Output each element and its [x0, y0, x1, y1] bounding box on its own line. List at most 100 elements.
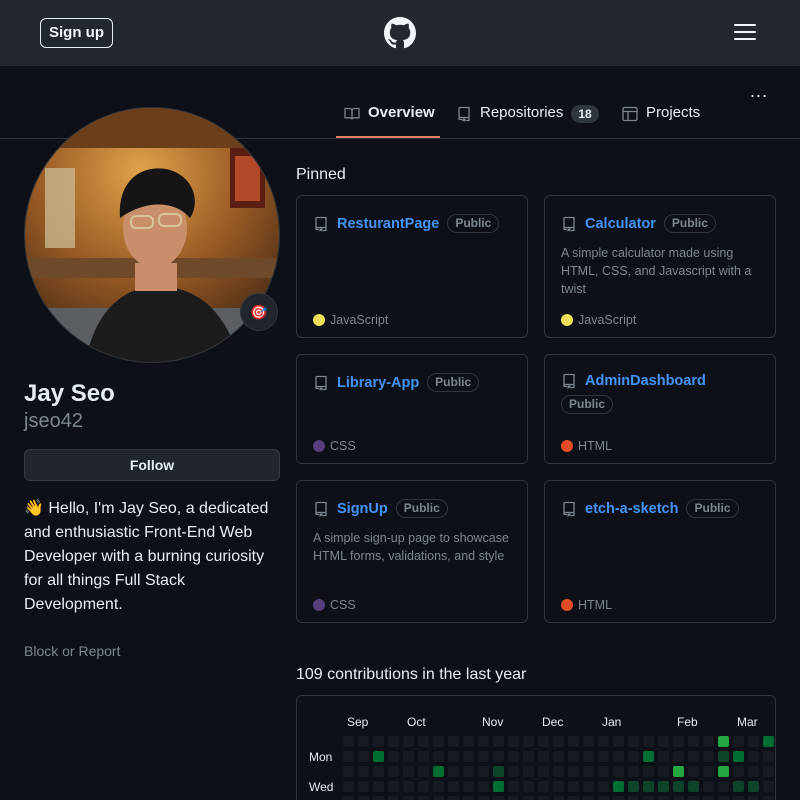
- contribution-day-cell[interactable]: [703, 751, 714, 762]
- contribution-day-cell[interactable]: [718, 751, 729, 762]
- contribution-day-cell[interactable]: [523, 766, 534, 777]
- contribution-day-cell[interactable]: [403, 796, 414, 800]
- contribution-day-cell[interactable]: [418, 751, 429, 762]
- contribution-day-cell[interactable]: [358, 796, 369, 800]
- contribution-day-cell[interactable]: [553, 751, 564, 762]
- contribution-day-cell[interactable]: [598, 766, 609, 777]
- github-logo-icon[interactable]: [384, 17, 416, 49]
- contribution-day-cell[interactable]: [733, 796, 744, 800]
- contribution-day-cell[interactable]: [358, 736, 369, 747]
- contribution-day-cell[interactable]: [718, 796, 729, 800]
- contribution-day-cell[interactable]: [388, 736, 399, 747]
- contribution-day-cell[interactable]: [658, 751, 669, 762]
- contribution-day-cell[interactable]: [583, 766, 594, 777]
- contribution-day-cell[interactable]: [433, 781, 444, 792]
- contribution-day-cell[interactable]: [688, 781, 699, 792]
- contribution-day-cell[interactable]: [598, 736, 609, 747]
- contribution-day-cell[interactable]: [748, 781, 759, 792]
- contribution-day-cell[interactable]: [448, 736, 459, 747]
- contribution-day-cell[interactable]: [478, 781, 489, 792]
- contribution-day-cell[interactable]: [523, 781, 534, 792]
- contribution-day-cell[interactable]: [433, 796, 444, 800]
- contribution-day-cell[interactable]: [628, 781, 639, 792]
- contribution-day-cell[interactable]: [418, 766, 429, 777]
- contribution-day-cell[interactable]: [643, 736, 654, 747]
- pinned-repo-link[interactable]: SignUp: [337, 501, 388, 517]
- contribution-day-cell[interactable]: [343, 751, 354, 762]
- contribution-day-cell[interactable]: [628, 766, 639, 777]
- contribution-day-cell[interactable]: [613, 796, 624, 800]
- contribution-day-cell[interactable]: [463, 751, 474, 762]
- contribution-day-cell[interactable]: [343, 766, 354, 777]
- contribution-day-cell[interactable]: [433, 751, 444, 762]
- contribution-day-cell[interactable]: [478, 751, 489, 762]
- contribution-day-cell[interactable]: [418, 796, 429, 800]
- contribution-day-cell[interactable]: [538, 796, 549, 800]
- contribution-day-cell[interactable]: [358, 766, 369, 777]
- contribution-day-cell[interactable]: [658, 766, 669, 777]
- tab-overview[interactable]: Overview: [344, 104, 435, 138]
- contribution-day-cell[interactable]: [568, 736, 579, 747]
- contribution-day-cell[interactable]: [598, 796, 609, 800]
- contribution-day-cell[interactable]: [763, 796, 774, 800]
- contribution-day-cell[interactable]: [613, 781, 624, 792]
- contribution-day-cell[interactable]: [448, 766, 459, 777]
- contribution-day-cell[interactable]: [538, 766, 549, 777]
- pinned-repo-link[interactable]: etch-a-sketch: [585, 501, 678, 517]
- contribution-day-cell[interactable]: [568, 781, 579, 792]
- contribution-day-cell[interactable]: [688, 796, 699, 800]
- contribution-day-cell[interactable]: [403, 736, 414, 747]
- contribution-day-cell[interactable]: [373, 736, 384, 747]
- contribution-day-cell[interactable]: [763, 781, 774, 792]
- contribution-day-cell[interactable]: [343, 796, 354, 800]
- contribution-day-cell[interactable]: [373, 796, 384, 800]
- contribution-day-cell[interactable]: [628, 796, 639, 800]
- contribution-day-cell[interactable]: [643, 766, 654, 777]
- hamburger-menu-icon[interactable]: [734, 24, 756, 41]
- contribution-day-cell[interactable]: [658, 781, 669, 792]
- contribution-day-cell[interactable]: [598, 781, 609, 792]
- contribution-day-cell[interactable]: [733, 736, 744, 747]
- contribution-day-cell[interactable]: [403, 781, 414, 792]
- contribution-day-cell[interactable]: [598, 751, 609, 762]
- block-or-report-link[interactable]: Block or Report: [24, 643, 120, 659]
- contribution-day-cell[interactable]: [703, 736, 714, 747]
- contribution-day-cell[interactable]: [703, 781, 714, 792]
- contribution-day-cell[interactable]: [448, 796, 459, 800]
- contribution-day-cell[interactable]: [343, 781, 354, 792]
- contribution-day-cell[interactable]: [643, 781, 654, 792]
- contribution-day-cell[interactable]: [763, 736, 774, 747]
- contribution-day-cell[interactable]: [628, 751, 639, 762]
- contribution-day-cell[interactable]: [613, 751, 624, 762]
- contribution-day-cell[interactable]: [748, 796, 759, 800]
- contribution-day-cell[interactable]: [568, 766, 579, 777]
- contribution-day-cell[interactable]: [763, 766, 774, 777]
- contribution-day-cell[interactable]: [373, 751, 384, 762]
- contribution-day-cell[interactable]: [373, 781, 384, 792]
- contribution-day-cell[interactable]: [703, 766, 714, 777]
- follow-button[interactable]: Follow: [24, 449, 280, 481]
- contribution-day-cell[interactable]: [538, 736, 549, 747]
- contribution-day-cell[interactable]: [478, 736, 489, 747]
- contribution-day-cell[interactable]: [493, 781, 504, 792]
- contribution-day-cell[interactable]: [418, 736, 429, 747]
- contribution-day-cell[interactable]: [703, 796, 714, 800]
- contribution-day-cell[interactable]: [493, 751, 504, 762]
- contribution-day-cell[interactable]: [568, 796, 579, 800]
- tab-repositories[interactable]: Repositories 18: [456, 104, 599, 138]
- contribution-day-cell[interactable]: [688, 766, 699, 777]
- contribution-day-cell[interactable]: [733, 781, 744, 792]
- contribution-day-cell[interactable]: [673, 781, 684, 792]
- contribution-day-cell[interactable]: [403, 766, 414, 777]
- contribution-day-cell[interactable]: [388, 751, 399, 762]
- contribution-day-cell[interactable]: [688, 736, 699, 747]
- pinned-repo-link[interactable]: AdminDashboard: [585, 373, 706, 389]
- contribution-day-cell[interactable]: [613, 736, 624, 747]
- contribution-day-cell[interactable]: [583, 796, 594, 800]
- contribution-day-cell[interactable]: [508, 781, 519, 792]
- contribution-day-cell[interactable]: [673, 736, 684, 747]
- contribution-day-cell[interactable]: [433, 736, 444, 747]
- contribution-day-cell[interactable]: [463, 781, 474, 792]
- status-emoji-button[interactable]: 🎯: [240, 293, 278, 331]
- contribution-day-cell[interactable]: [613, 766, 624, 777]
